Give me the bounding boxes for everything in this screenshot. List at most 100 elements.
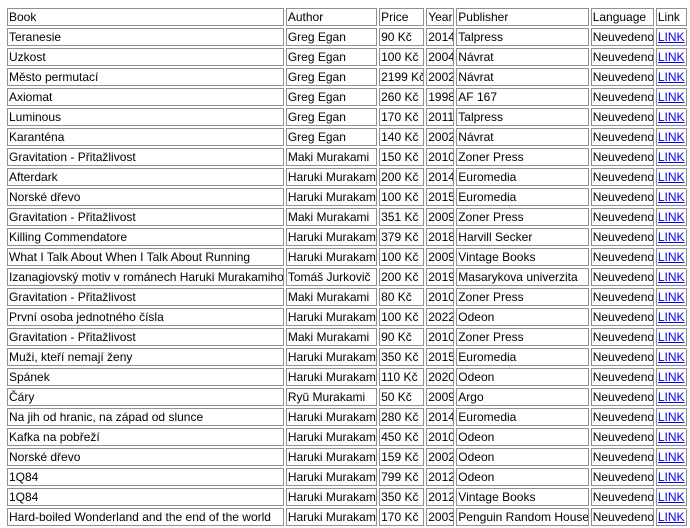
column-header-year[interactable]: Year xyxy=(426,8,455,26)
book-link[interactable]: LINK xyxy=(658,230,685,244)
book-link[interactable]: LINK xyxy=(658,50,685,64)
table-row: Čáry Ryū Murakami 50 Kč 2009 Argo Neuvedeno LI… xyxy=(7,388,687,406)
cell-link: LINK xyxy=(655,488,687,506)
column-header-language[interactable]: Language xyxy=(590,8,654,26)
table-row: Teranesie Greg Egan 90 Kč 2014 Talpress Neuve… xyxy=(7,28,687,46)
cell-link: LINK xyxy=(655,448,687,466)
book-link[interactable]: LINK xyxy=(658,270,685,284)
cell-price: 350 Kč xyxy=(379,348,425,366)
cell-language: Neuvedeno xyxy=(590,248,654,266)
column-header-author[interactable]: Author xyxy=(285,8,378,26)
table-row: Spánek Haruki Murakami 110 Kč 2020 Odeon Neuv… xyxy=(7,368,687,386)
table-row: Muži, kteří nemají ženy Haruki Murakami 35… xyxy=(7,348,687,366)
cell-year: 2015 xyxy=(426,188,455,206)
cell-price: 450 Kč xyxy=(379,428,425,446)
book-link[interactable]: LINK xyxy=(658,310,685,324)
book-link[interactable]: LINK xyxy=(658,150,685,164)
cell-publisher: Euromedia xyxy=(456,408,589,426)
book-link[interactable]: LINK xyxy=(658,170,685,184)
cell-year: 2018 xyxy=(426,228,455,246)
book-link[interactable]: LINK xyxy=(658,430,685,444)
cell-year: 2014 xyxy=(426,28,455,46)
cell-book: Axiomat xyxy=(7,88,284,106)
cell-link: LINK xyxy=(655,408,687,426)
cell-book: Gravitation - Přitažlivost xyxy=(7,288,284,306)
cell-price: 170 Kč xyxy=(379,508,425,526)
cell-year: 2009 xyxy=(426,388,455,406)
book-link[interactable]: LINK xyxy=(658,410,685,424)
book-link[interactable]: LINK xyxy=(658,210,685,224)
cell-year: 2011 xyxy=(426,108,455,126)
cell-book: Kafka na pobřeží xyxy=(7,428,284,446)
book-link[interactable]: LINK xyxy=(658,30,685,44)
table-row: Norské dřevo Haruki Murakami 100 Kč 2015 Eur… xyxy=(7,188,687,206)
book-link[interactable]: LINK xyxy=(658,450,685,464)
cell-price: 200 Kč xyxy=(379,168,425,186)
book-link[interactable]: LINK xyxy=(658,330,685,344)
cell-language: Neuvedeno xyxy=(590,408,654,426)
cell-publisher: Zoner Press xyxy=(456,148,589,166)
cell-link: LINK xyxy=(655,248,687,266)
book-link[interactable]: LINK xyxy=(658,190,685,204)
cell-publisher: Odeon xyxy=(456,428,589,446)
header-row: Book Author Price Year Publisher Language Link xyxy=(7,8,687,26)
book-link[interactable]: LINK xyxy=(658,70,685,84)
cell-book: What I Talk About When I Talk About Runn… xyxy=(7,248,284,266)
cell-price: 100 Kč xyxy=(379,188,425,206)
cell-language: Neuvedeno xyxy=(590,148,654,166)
book-link[interactable]: LINK xyxy=(658,350,685,364)
table-body: Teranesie Greg Egan 90 Kč 2014 Talpress Neuve… xyxy=(7,28,687,526)
column-header-price[interactable]: Price xyxy=(379,8,425,26)
column-header-book[interactable]: Book xyxy=(7,8,284,26)
cell-price: 351 Kč xyxy=(379,208,425,226)
column-header-publisher[interactable]: Publisher xyxy=(456,8,589,26)
cell-publisher: Návrat xyxy=(456,128,589,146)
table-row: Gravitation - Přitažlivost Maki Murakami 1… xyxy=(7,148,687,166)
cell-book: Karanténa xyxy=(7,128,284,146)
table-row: 1Q84 Haruki Murakami 350 Kč 2012 Vintage Boo… xyxy=(7,488,687,506)
cell-publisher: Odeon xyxy=(456,368,589,386)
cell-link: LINK xyxy=(655,128,687,146)
book-link[interactable]: LINK xyxy=(658,290,685,304)
cell-language: Neuvedeno xyxy=(590,48,654,66)
cell-year: 2002 xyxy=(426,128,455,146)
cell-language: Neuvedeno xyxy=(590,448,654,466)
cell-language: Neuvedeno xyxy=(590,368,654,386)
cell-book: První osoba jednotného čísla xyxy=(7,308,284,326)
cell-author: Haruki Murakami xyxy=(285,168,378,186)
cell-book: Afterdark xyxy=(7,168,284,186)
book-link[interactable]: LINK xyxy=(658,130,685,144)
cell-price: 90 Kč xyxy=(379,328,425,346)
table-row: Kafka na pobřeží Haruki Murakami 450 Kč 201… xyxy=(7,428,687,446)
cell-language: Neuvedeno xyxy=(590,108,654,126)
book-link[interactable]: LINK xyxy=(658,110,685,124)
cell-publisher: Návrat xyxy=(456,68,589,86)
book-link[interactable]: LINK xyxy=(658,510,685,524)
cell-book: Izanagiovský motiv v románech Haruki Mur… xyxy=(7,268,284,286)
book-link[interactable]: LINK xyxy=(658,250,685,264)
cell-price: 200 Kč xyxy=(379,268,425,286)
column-header-link[interactable]: Link xyxy=(655,8,687,26)
cell-author: Haruki Murakami xyxy=(285,428,378,446)
table-row: Karanténa Greg Egan 140 Kč 2002 Návrat Neuved… xyxy=(7,128,687,146)
cell-author: Haruki Murakami xyxy=(285,468,378,486)
cell-language: Neuvedeno xyxy=(590,388,654,406)
cell-year: 2004 xyxy=(426,48,455,66)
book-link[interactable]: LINK xyxy=(658,90,685,104)
cell-publisher: Penguin Random House xyxy=(456,508,589,526)
table-row: Na jih od hranic, na západ od slunce Haru… xyxy=(7,408,687,426)
cell-book: Gravitation - Přitažlivost xyxy=(7,208,284,226)
book-link[interactable]: LINK xyxy=(658,390,685,404)
cell-language: Neuvedeno xyxy=(590,188,654,206)
cell-language: Neuvedeno xyxy=(590,308,654,326)
cell-publisher: Masarykova univerzita xyxy=(456,268,589,286)
book-link[interactable]: LINK xyxy=(658,490,685,504)
cell-year: 1998 xyxy=(426,88,455,106)
cell-year: 2014 xyxy=(426,168,455,186)
book-link[interactable]: LINK xyxy=(658,470,685,484)
cell-price: 150 Kč xyxy=(379,148,425,166)
cell-link: LINK xyxy=(655,368,687,386)
table-row: Gravitation - Přitažlivost Maki Murakami 3… xyxy=(7,208,687,226)
book-link[interactable]: LINK xyxy=(658,370,685,384)
cell-year: 2020 xyxy=(426,368,455,386)
